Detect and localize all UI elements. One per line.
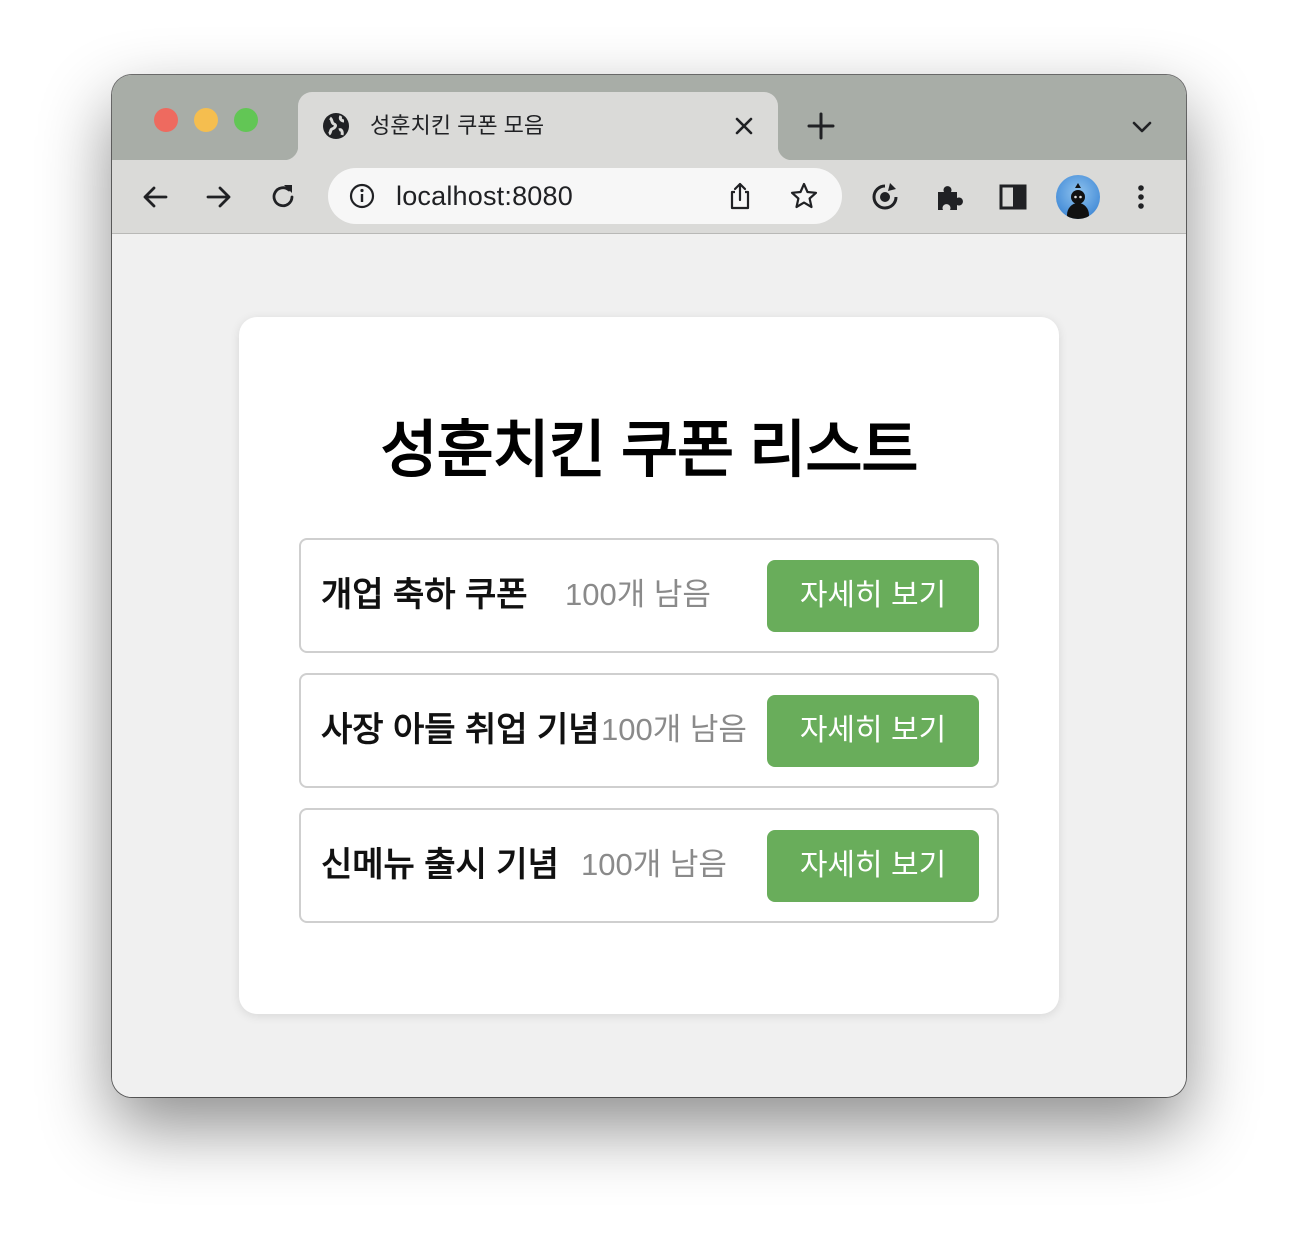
globe-icon xyxy=(323,113,349,139)
close-icon[interactable] xyxy=(730,112,758,140)
coupon-item: 사장 아들 취업 기념 100개 남음 자세히 보기 xyxy=(299,673,999,788)
coupon-remaining: 100개 남음 xyxy=(601,712,747,747)
page-viewport: 성훈치킨 쿠폰 리스트 개업 축하 쿠폰 100개 남음 자세히 보기 사장 아… xyxy=(112,235,1186,1097)
zoom-window-button[interactable] xyxy=(234,108,258,132)
page-title: 성훈치킨 쿠폰 리스트 xyxy=(380,416,919,485)
close-window-button[interactable] xyxy=(154,108,178,132)
info-icon[interactable] xyxy=(348,182,376,210)
coupon-detail-button[interactable]: 자세히 보기 xyxy=(767,695,979,767)
browser-tab[interactable]: 성훈치킨 쿠폰 모음 xyxy=(284,92,792,160)
profile-avatar[interactable] xyxy=(1056,175,1100,219)
forward-arrow-icon[interactable] xyxy=(202,180,236,214)
browser-toolbar: localhost:8080 xyxy=(112,160,1186,234)
tab-strip: 성훈치킨 쿠폰 모음 xyxy=(112,75,1186,160)
reload-icon[interactable] xyxy=(266,180,300,214)
coupon-remaining: 100개 남음 xyxy=(565,577,711,612)
coupon-remaining: 100개 남음 xyxy=(581,847,727,882)
coupon-card: 성훈치킨 쿠폰 리스트 개업 축하 쿠폰 100개 남음 자세히 보기 사장 아… xyxy=(239,317,1059,1014)
new-tab-icon[interactable] xyxy=(806,111,836,141)
chevron-down-icon[interactable] xyxy=(1128,113,1156,141)
address-bar[interactable]: localhost:8080 xyxy=(328,168,842,224)
extensions-puzzle-icon[interactable] xyxy=(932,180,966,214)
coupon-name: 신메뉴 출시 기념 xyxy=(321,846,559,884)
coupon-detail-button[interactable]: 자세히 보기 xyxy=(767,560,979,632)
share-icon[interactable] xyxy=(724,180,756,212)
more-menu-icon[interactable] xyxy=(1124,180,1158,214)
browser-window: 성훈치킨 쿠폰 모음 localhost:8080 성훈치킨 쿠폰 리스트 개업… xyxy=(112,75,1186,1097)
coupon-name: 사장 아들 취업 기념 xyxy=(321,711,600,749)
back-arrow-icon[interactable] xyxy=(138,180,172,214)
side-panel-icon[interactable] xyxy=(996,180,1030,214)
coupon-name: 개업 축하 쿠폰 xyxy=(321,576,528,614)
coupon-detail-button[interactable]: 자세히 보기 xyxy=(767,830,979,902)
url-text: localhost:8080 xyxy=(396,181,573,211)
bookmark-star-icon[interactable] xyxy=(788,180,820,212)
coupon-item: 개업 축하 쿠폰 100개 남음 자세히 보기 xyxy=(299,538,999,653)
tab-title: 성훈치킨 쿠폰 모음 xyxy=(370,113,545,138)
coupon-item: 신메뉴 출시 기념 100개 남음 자세히 보기 xyxy=(299,808,999,923)
minimize-window-button[interactable] xyxy=(194,108,218,132)
sync-paused-icon[interactable] xyxy=(868,180,902,214)
profile-figure-icon xyxy=(1067,183,1089,219)
